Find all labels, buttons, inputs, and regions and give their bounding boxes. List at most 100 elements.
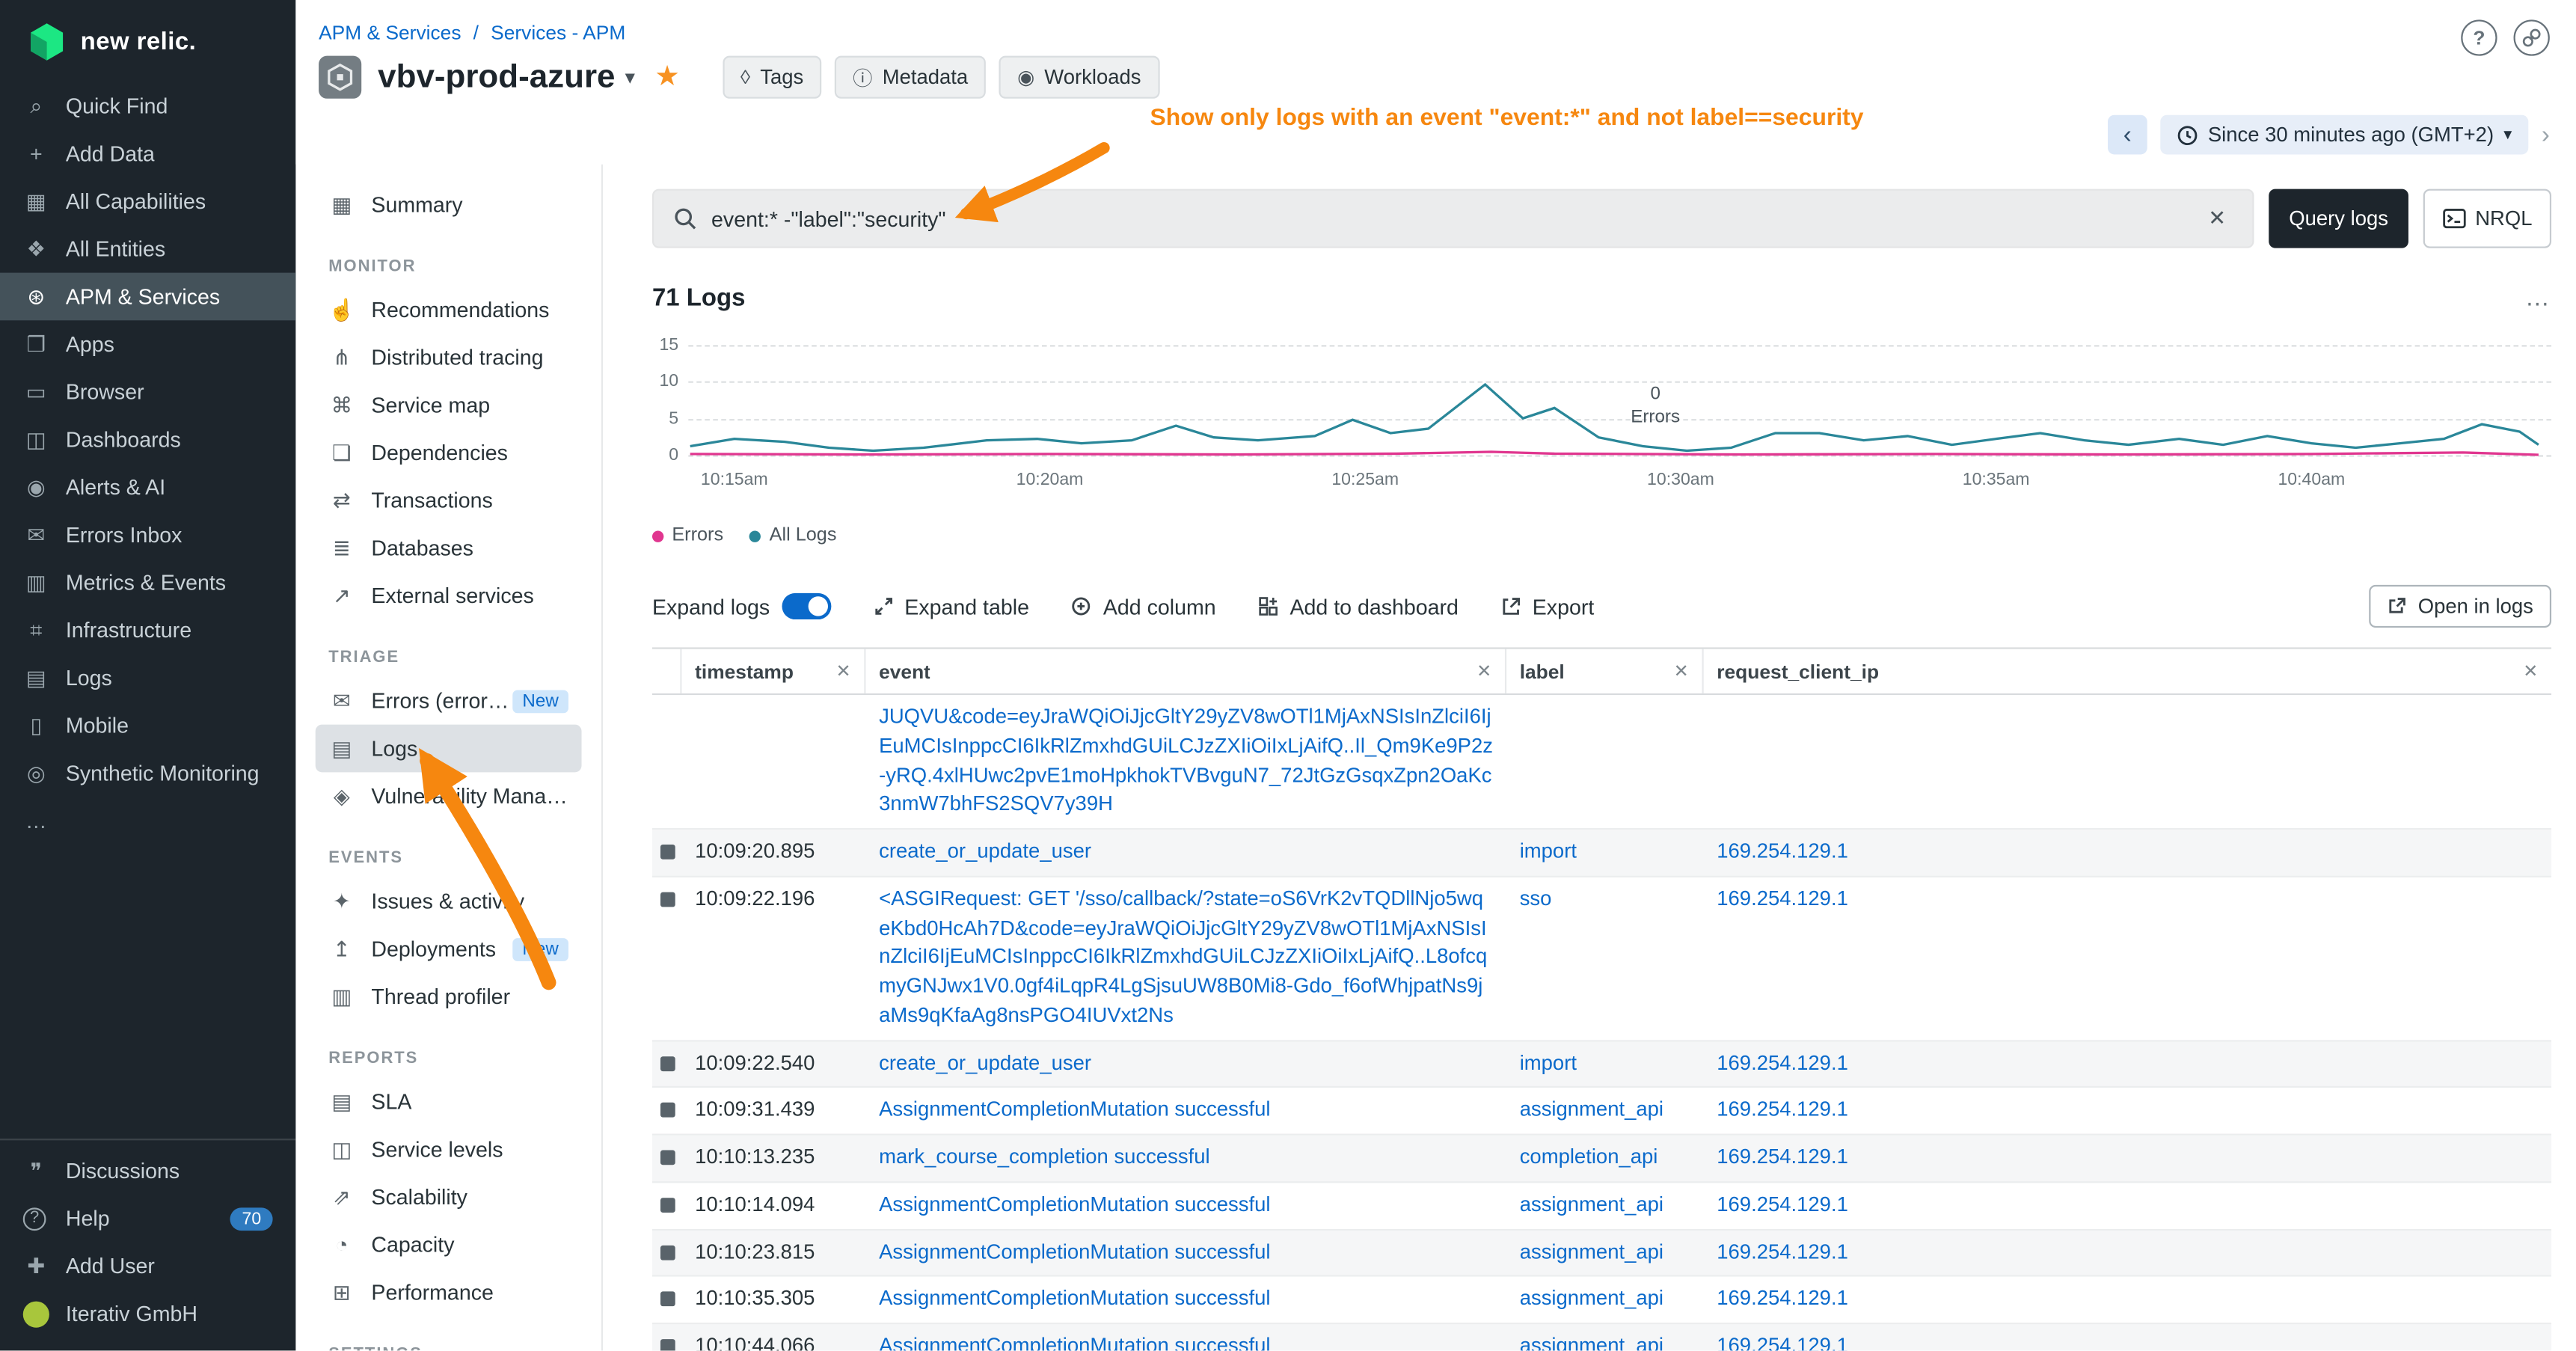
event-link[interactable]: AssignmentCompletionMutation successful bbox=[879, 1192, 1270, 1216]
row-checkbox[interactable] bbox=[660, 1151, 675, 1165]
row-checkbox[interactable] bbox=[660, 1292, 675, 1307]
ip-link[interactable]: 169.254.129.1 bbox=[1717, 1192, 1848, 1216]
event-link[interactable]: mark_course_completion successful bbox=[879, 1145, 1210, 1168]
sidebar-item-more[interactable]: … bbox=[0, 797, 295, 845]
entity-name[interactable]: vbv-prod-azure bbox=[378, 58, 615, 96]
legend-item-all-logs[interactable]: All Logs bbox=[749, 526, 836, 545]
tags-button[interactable]: ◊Tags bbox=[723, 56, 822, 99]
label-link[interactable]: sso bbox=[1520, 887, 1552, 910]
permalink-icon[interactable] bbox=[2514, 19, 2550, 55]
sidebar-item-add-data[interactable]: +Add Data bbox=[0, 130, 295, 178]
logs-search-input[interactable]: event:* -"label":"security" ✕ bbox=[652, 189, 2254, 248]
log-row[interactable]: 10:10:13.235mark_course_completion succe… bbox=[652, 1136, 2551, 1183]
sidebar-item-errors-inbox[interactable]: ✉Errors Inbox bbox=[0, 511, 295, 559]
sidebar-item-dependencies[interactable]: ❏Dependencies bbox=[316, 429, 582, 477]
label-link[interactable]: import bbox=[1520, 1051, 1577, 1074]
sidebar-item-metrics-events[interactable]: ▥Metrics & Events bbox=[0, 559, 295, 607]
sidebar-item-discussions[interactable]: ❞Discussions bbox=[0, 1147, 295, 1195]
row-checkbox[interactable] bbox=[660, 1198, 675, 1213]
ip-link[interactable]: 169.254.129.1 bbox=[1717, 839, 1848, 863]
metadata-button[interactable]: ⓘMetadata bbox=[835, 56, 986, 99]
legend-item-errors[interactable]: Errors bbox=[652, 526, 723, 545]
label-link[interactable]: assignment_api bbox=[1520, 1335, 1663, 1351]
event-link[interactable]: <ASGIRequest: GET '/sso/callback/?state=… bbox=[879, 887, 1487, 1027]
sidebar-item-add-user[interactable]: ✚Add User bbox=[0, 1243, 295, 1290]
sidebar-item-vulnerability-management[interactable]: ◈Vulnerability Management bbox=[316, 772, 582, 820]
log-row[interactable]: 10:09:20.895create_or_update_userimport1… bbox=[652, 830, 2551, 877]
row-checkbox[interactable] bbox=[660, 1056, 675, 1070]
sidebar-item-quick-find[interactable]: ⌕Quick Find bbox=[0, 82, 295, 130]
sidebar-item-errors-inbox[interactable]: ✉Errors (errors inb...New bbox=[316, 677, 582, 725]
remove-column-icon[interactable]: ✕ bbox=[1664, 661, 1689, 682]
remove-column-icon[interactable]: ✕ bbox=[826, 661, 850, 682]
sidebar-item-all-entities[interactable]: ❖All Entities bbox=[0, 225, 295, 273]
export-button[interactable]: Export bbox=[1501, 594, 1594, 619]
sidebar-item-dashboards[interactable]: ◫Dashboards bbox=[0, 416, 295, 464]
log-row[interactable]: JUQVU&code=eyJraWQiOiJjcGltY29yZV8wOTl1M… bbox=[652, 695, 2551, 830]
ip-link[interactable]: 169.254.129.1 bbox=[1717, 1335, 1848, 1351]
sidebar-item-logs[interactable]: ▤Logs bbox=[0, 654, 295, 702]
brand[interactable]: new relic. bbox=[0, 0, 295, 82]
event-link[interactable]: JUQVU&code=eyJraWQiOiJjcGltY29yZV8wOTl1M… bbox=[879, 705, 1493, 815]
log-row[interactable]: 10:10:35.305AssignmentCompletionMutation… bbox=[652, 1277, 2551, 1324]
sidebar-item-external-services[interactable]: ↗External services bbox=[316, 572, 582, 619]
ip-link[interactable]: 169.254.129.1 bbox=[1717, 887, 1848, 910]
row-checkbox[interactable] bbox=[660, 892, 675, 907]
log-row[interactable]: 10:09:31.439AssignmentCompletionMutation… bbox=[652, 1088, 2551, 1136]
row-checkbox[interactable] bbox=[660, 845, 675, 860]
sidebar-item-infrastructure[interactable]: ⌗Infrastructure bbox=[0, 606, 295, 654]
sidebar-item-deployments[interactable]: ↥DeploymentsNew bbox=[316, 925, 582, 973]
add-to-dashboard-button[interactable]: Add to dashboard bbox=[1259, 594, 1459, 619]
sidebar-item-browser[interactable]: ▭Browser bbox=[0, 368, 295, 416]
log-row[interactable]: 10:10:23.815AssignmentCompletionMutation… bbox=[652, 1230, 2551, 1277]
clear-search-icon[interactable]: ✕ bbox=[2201, 206, 2233, 232]
chevron-down-icon[interactable]: ▾ bbox=[625, 66, 635, 89]
sidebar-item-synthetic-monitoring[interactable]: ◎Synthetic Monitoring bbox=[0, 750, 295, 797]
sidebar-item-account[interactable]: Iterativ GmbH bbox=[0, 1290, 295, 1338]
expand-table-button[interactable]: Expand table bbox=[874, 594, 1029, 619]
ip-link[interactable]: 169.254.129.1 bbox=[1717, 1145, 1848, 1168]
sidebar-item-all-capabilities[interactable]: ▦All Capabilities bbox=[0, 177, 295, 225]
row-checkbox[interactable] bbox=[660, 1339, 675, 1350]
sidebar-item-service-levels[interactable]: ◫Service levels bbox=[316, 1126, 582, 1174]
row-checkbox[interactable] bbox=[660, 1103, 675, 1118]
label-link[interactable]: completion_api bbox=[1520, 1145, 1658, 1168]
label-link[interactable]: assignment_api bbox=[1520, 1192, 1663, 1216]
sidebar-item-apps[interactable]: ❒Apps bbox=[0, 320, 295, 368]
event-link[interactable]: AssignmentCompletionMutation successful bbox=[879, 1335, 1270, 1351]
log-row[interactable]: 10:09:22.196<ASGIRequest: GET '/sso/call… bbox=[652, 877, 2551, 1041]
log-row[interactable]: 10:09:22.540create_or_update_userimport1… bbox=[652, 1041, 2551, 1088]
remove-column-icon[interactable]: ✕ bbox=[1467, 661, 1491, 682]
ip-link[interactable]: 169.254.129.1 bbox=[1717, 1098, 1848, 1121]
sidebar-item-thread-profiler[interactable]: ▥Thread profiler bbox=[316, 972, 582, 1020]
sidebar-item-recommendations[interactable]: ☝Recommendations bbox=[316, 286, 582, 334]
sidebar-item-help[interactable]: ?Help70 bbox=[0, 1195, 295, 1243]
sidebar-item-distributed-tracing[interactable]: ⋔Distributed tracing bbox=[316, 334, 582, 382]
time-picker[interactable]: Since 30 minutes ago (GMT+2) ▾ bbox=[2160, 115, 2528, 155]
ip-link[interactable]: 169.254.129.1 bbox=[1717, 1240, 1848, 1263]
log-row[interactable]: 10:10:14.094AssignmentCompletionMutation… bbox=[652, 1183, 2551, 1230]
open-in-logs-button[interactable]: Open in logs bbox=[2369, 585, 2551, 628]
event-link[interactable]: AssignmentCompletionMutation successful bbox=[879, 1287, 1270, 1310]
sidebar-item-mobile[interactable]: ▯Mobile bbox=[0, 702, 295, 750]
remove-column-icon[interactable]: ✕ bbox=[2513, 661, 2538, 682]
sidebar-item-summary[interactable]: ▦Summary bbox=[316, 181, 582, 229]
favorite-star-icon[interactable]: ★ bbox=[654, 61, 679, 94]
sidebar-item-apm-services[interactable]: ⊛APM & Services bbox=[0, 273, 295, 321]
row-checkbox[interactable] bbox=[660, 1245, 675, 1260]
ip-link[interactable]: 169.254.129.1 bbox=[1717, 1051, 1848, 1074]
ip-link[interactable]: 169.254.129.1 bbox=[1717, 1287, 1848, 1310]
sidebar-item-capacity[interactable]: ◔Capacity bbox=[316, 1221, 582, 1269]
sidebar-item-performance[interactable]: ⊞Performance bbox=[316, 1269, 582, 1317]
label-link[interactable]: assignment_api bbox=[1520, 1287, 1663, 1310]
sidebar-item-logs[interactable]: ▤Logs bbox=[316, 725, 582, 773]
event-link[interactable]: AssignmentCompletionMutation successful bbox=[879, 1098, 1270, 1121]
sidebar-item-scalability[interactable]: ⇗Scalability bbox=[316, 1173, 582, 1221]
time-forward-button[interactable]: › bbox=[2542, 120, 2550, 148]
sidebar-item-transactions[interactable]: ⇄Transactions bbox=[316, 477, 582, 524]
help-circle-icon[interactable]: ? bbox=[2461, 19, 2497, 55]
more-options-icon[interactable]: … bbox=[2525, 284, 2551, 312]
breadcrumb-link-apm-services[interactable]: APM & Services bbox=[319, 22, 461, 45]
time-back-button[interactable]: ‹ bbox=[2108, 115, 2147, 155]
sidebar-item-issues-activity[interactable]: ✦Issues & activity bbox=[316, 877, 582, 925]
